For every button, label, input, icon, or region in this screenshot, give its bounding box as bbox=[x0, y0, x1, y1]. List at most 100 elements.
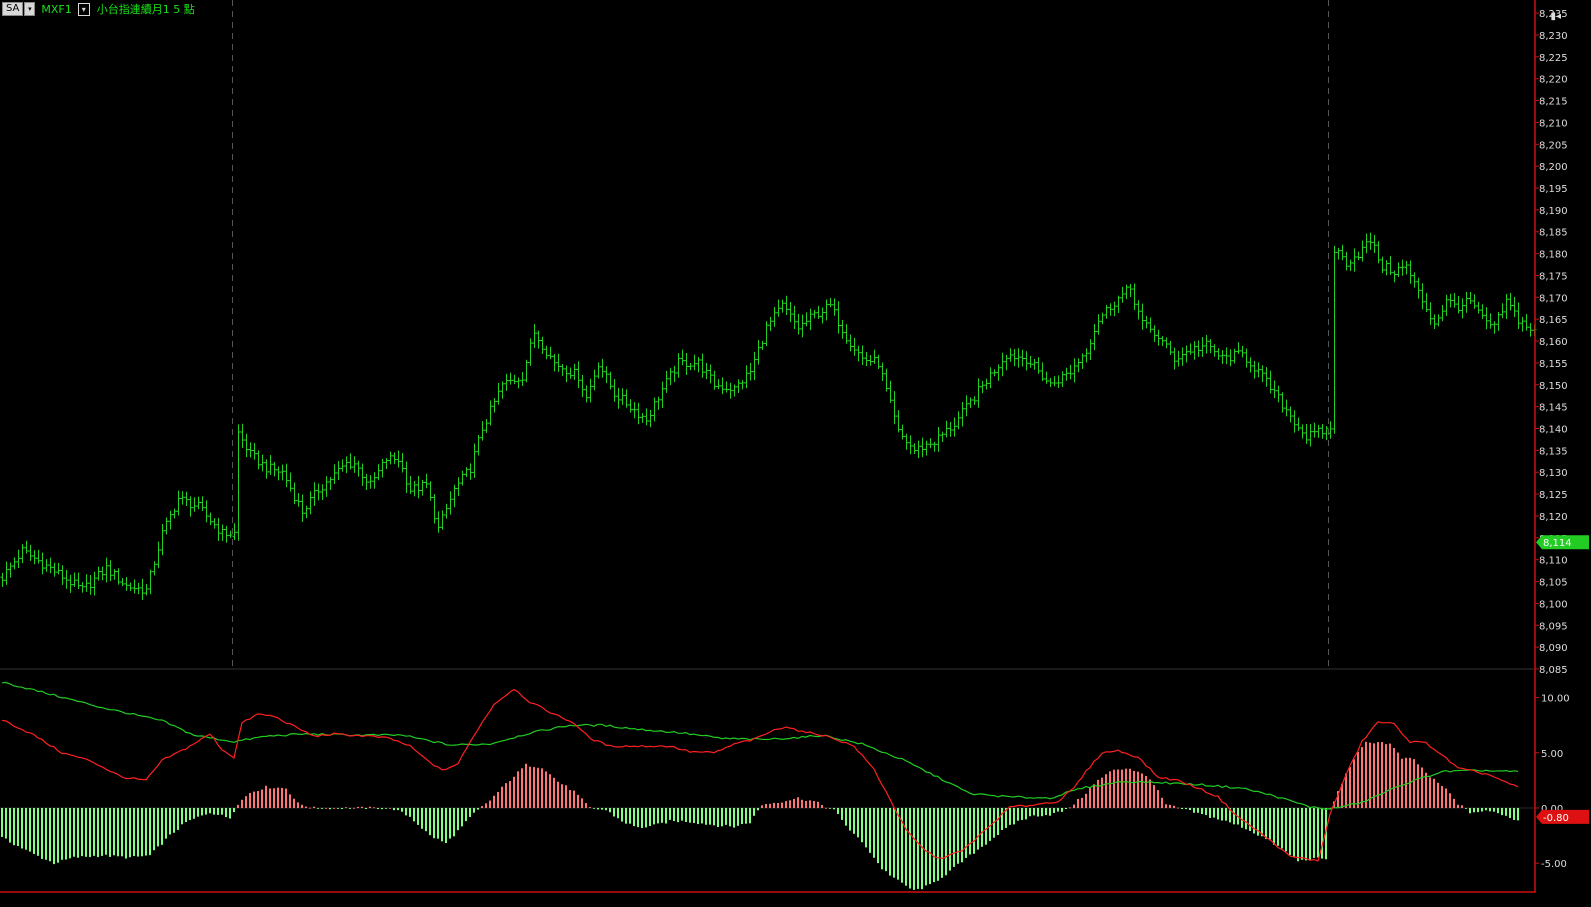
histogram-bar-positive bbox=[541, 768, 543, 808]
axis-collapse-icon[interactable]: ▮◂ bbox=[1550, 11, 1561, 22]
histogram-bar-positive bbox=[1397, 752, 1399, 808]
ohlc-bar bbox=[996, 364, 1001, 381]
histogram-bar-positive bbox=[1373, 743, 1375, 808]
histogram-bar-negative bbox=[1241, 807, 1243, 828]
ohlc-bar bbox=[776, 299, 781, 317]
ohlc-bar bbox=[952, 417, 957, 437]
histogram-bar-negative bbox=[929, 807, 931, 885]
ohlc-bar bbox=[128, 582, 133, 592]
ohlc-bar bbox=[1060, 371, 1065, 387]
ohlc-bar bbox=[1432, 314, 1437, 329]
ohlc-bar bbox=[1228, 349, 1233, 367]
ohlc-bar bbox=[568, 367, 573, 379]
histogram-bar-negative bbox=[149, 807, 151, 856]
histogram-bar-positive bbox=[781, 802, 783, 808]
histogram-bar-negative bbox=[121, 807, 123, 857]
histogram-bar-positive bbox=[565, 785, 567, 808]
histogram-bar-negative bbox=[381, 807, 383, 810]
ohlc-bar bbox=[592, 369, 597, 391]
price-tick-label: 8,190 bbox=[1539, 206, 1568, 217]
ohlc-bar bbox=[132, 579, 137, 594]
ohlc-bar bbox=[36, 549, 41, 564]
ohlc-bar bbox=[808, 308, 813, 331]
histogram-bar-positive bbox=[1461, 805, 1463, 808]
price-tick-label: 8,175 bbox=[1539, 271, 1568, 282]
mode-button[interactable]: SA bbox=[2, 2, 24, 16]
histogram-bar-positive bbox=[253, 791, 255, 808]
histogram-bar-positive bbox=[1081, 797, 1083, 808]
histogram-bar-positive bbox=[809, 800, 811, 808]
macd-tick-label: 5.00 bbox=[1541, 749, 1563, 760]
histogram-bar-positive bbox=[1089, 788, 1091, 808]
ohlc-bar bbox=[84, 574, 89, 592]
ohlc-bar bbox=[392, 452, 397, 465]
ohlc-bar bbox=[608, 371, 613, 390]
histogram-bar-negative bbox=[1, 807, 3, 837]
histogram-bar-negative bbox=[1213, 807, 1215, 818]
ohlc-bar bbox=[560, 363, 565, 376]
ohlc-bar bbox=[1356, 251, 1361, 261]
histogram-bar-positive bbox=[1365, 741, 1367, 808]
ohlc-bar bbox=[1344, 251, 1349, 271]
ohlc-bar bbox=[848, 334, 853, 352]
histogram-bar-negative bbox=[229, 807, 231, 819]
ohlc-bar bbox=[1264, 367, 1269, 387]
ohlc-bar bbox=[28, 544, 33, 561]
ohlc-bar bbox=[644, 408, 649, 426]
ohlc-bar bbox=[580, 374, 585, 398]
ohlc-bar bbox=[312, 482, 317, 506]
ohlc-bar bbox=[724, 381, 729, 393]
histogram-bar-negative bbox=[1045, 807, 1047, 816]
ohlc-bar bbox=[48, 557, 53, 574]
ohlc-bar bbox=[204, 500, 209, 523]
histogram-bar-positive bbox=[301, 804, 303, 808]
ohlc-bar bbox=[344, 456, 349, 474]
ohlc-bar bbox=[88, 574, 93, 595]
ohlc-bar bbox=[536, 330, 541, 349]
ohlc-bar bbox=[712, 370, 717, 390]
histogram-bar-negative bbox=[1193, 807, 1195, 813]
ohlc-bar bbox=[544, 345, 549, 360]
ohlc-bar bbox=[748, 363, 753, 381]
histogram-bar-positive bbox=[1129, 768, 1131, 808]
histogram-bar-negative bbox=[757, 807, 759, 811]
histogram-bar-negative bbox=[1317, 807, 1319, 858]
histogram-bar-negative bbox=[13, 807, 15, 846]
ohlc-bar bbox=[168, 510, 173, 530]
ohlc-bar bbox=[292, 482, 297, 505]
ohlc-bar bbox=[304, 505, 309, 519]
histogram-bar-positive bbox=[1133, 770, 1135, 808]
ohlc-bar bbox=[868, 355, 873, 366]
histogram-bar-negative bbox=[125, 807, 127, 859]
ohlc-bar bbox=[844, 324, 849, 344]
histogram-bar-negative bbox=[465, 807, 467, 822]
ohlc-bar bbox=[1508, 292, 1513, 311]
histogram-bar-negative bbox=[73, 807, 75, 857]
histogram-bar-negative bbox=[153, 807, 155, 851]
histogram-bar-positive bbox=[493, 795, 495, 808]
ohlc-bar bbox=[476, 434, 481, 456]
histogram-bar-negative bbox=[877, 807, 879, 864]
histogram-bar-positive bbox=[1445, 788, 1447, 808]
symbol-selector-icon[interactable]: ▾ bbox=[77, 2, 90, 16]
ohlc-bar bbox=[12, 557, 17, 570]
ohlc-bar bbox=[1224, 347, 1229, 365]
histogram-bar-positive bbox=[481, 806, 483, 808]
ohlc-bar bbox=[692, 354, 697, 371]
histogram-bar-negative bbox=[1017, 807, 1019, 821]
histogram-bar-negative bbox=[737, 807, 739, 826]
histogram-bar-negative bbox=[841, 807, 843, 820]
histogram-bar-positive bbox=[501, 786, 503, 808]
ohlc-bar bbox=[1372, 234, 1377, 253]
histogram-bar-positive bbox=[285, 788, 287, 808]
ohlc-bar bbox=[356, 460, 361, 477]
mode-dropdown-icon[interactable]: ▾ bbox=[24, 2, 36, 16]
ohlc-bar bbox=[280, 464, 285, 481]
histogram-bar-negative bbox=[657, 807, 659, 824]
histogram-bar-negative bbox=[17, 807, 19, 846]
ohlc-bar bbox=[1208, 339, 1213, 354]
ohlc-bar bbox=[1048, 377, 1053, 388]
ohlc-bar bbox=[488, 400, 493, 426]
histogram-bar-positive bbox=[297, 802, 299, 808]
ohlc-bar bbox=[16, 549, 21, 569]
